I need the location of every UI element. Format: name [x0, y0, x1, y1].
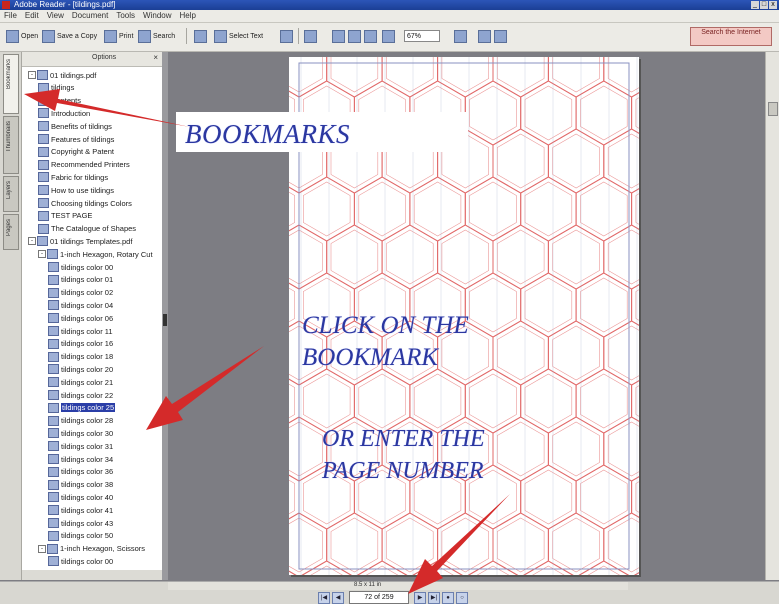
arrow-to-page-field	[408, 494, 510, 594]
arrow-to-bookmarks-tab	[24, 89, 190, 127]
callout-arrows	[24, 89, 510, 594]
arrow-to-selected-bookmark	[146, 346, 264, 430]
